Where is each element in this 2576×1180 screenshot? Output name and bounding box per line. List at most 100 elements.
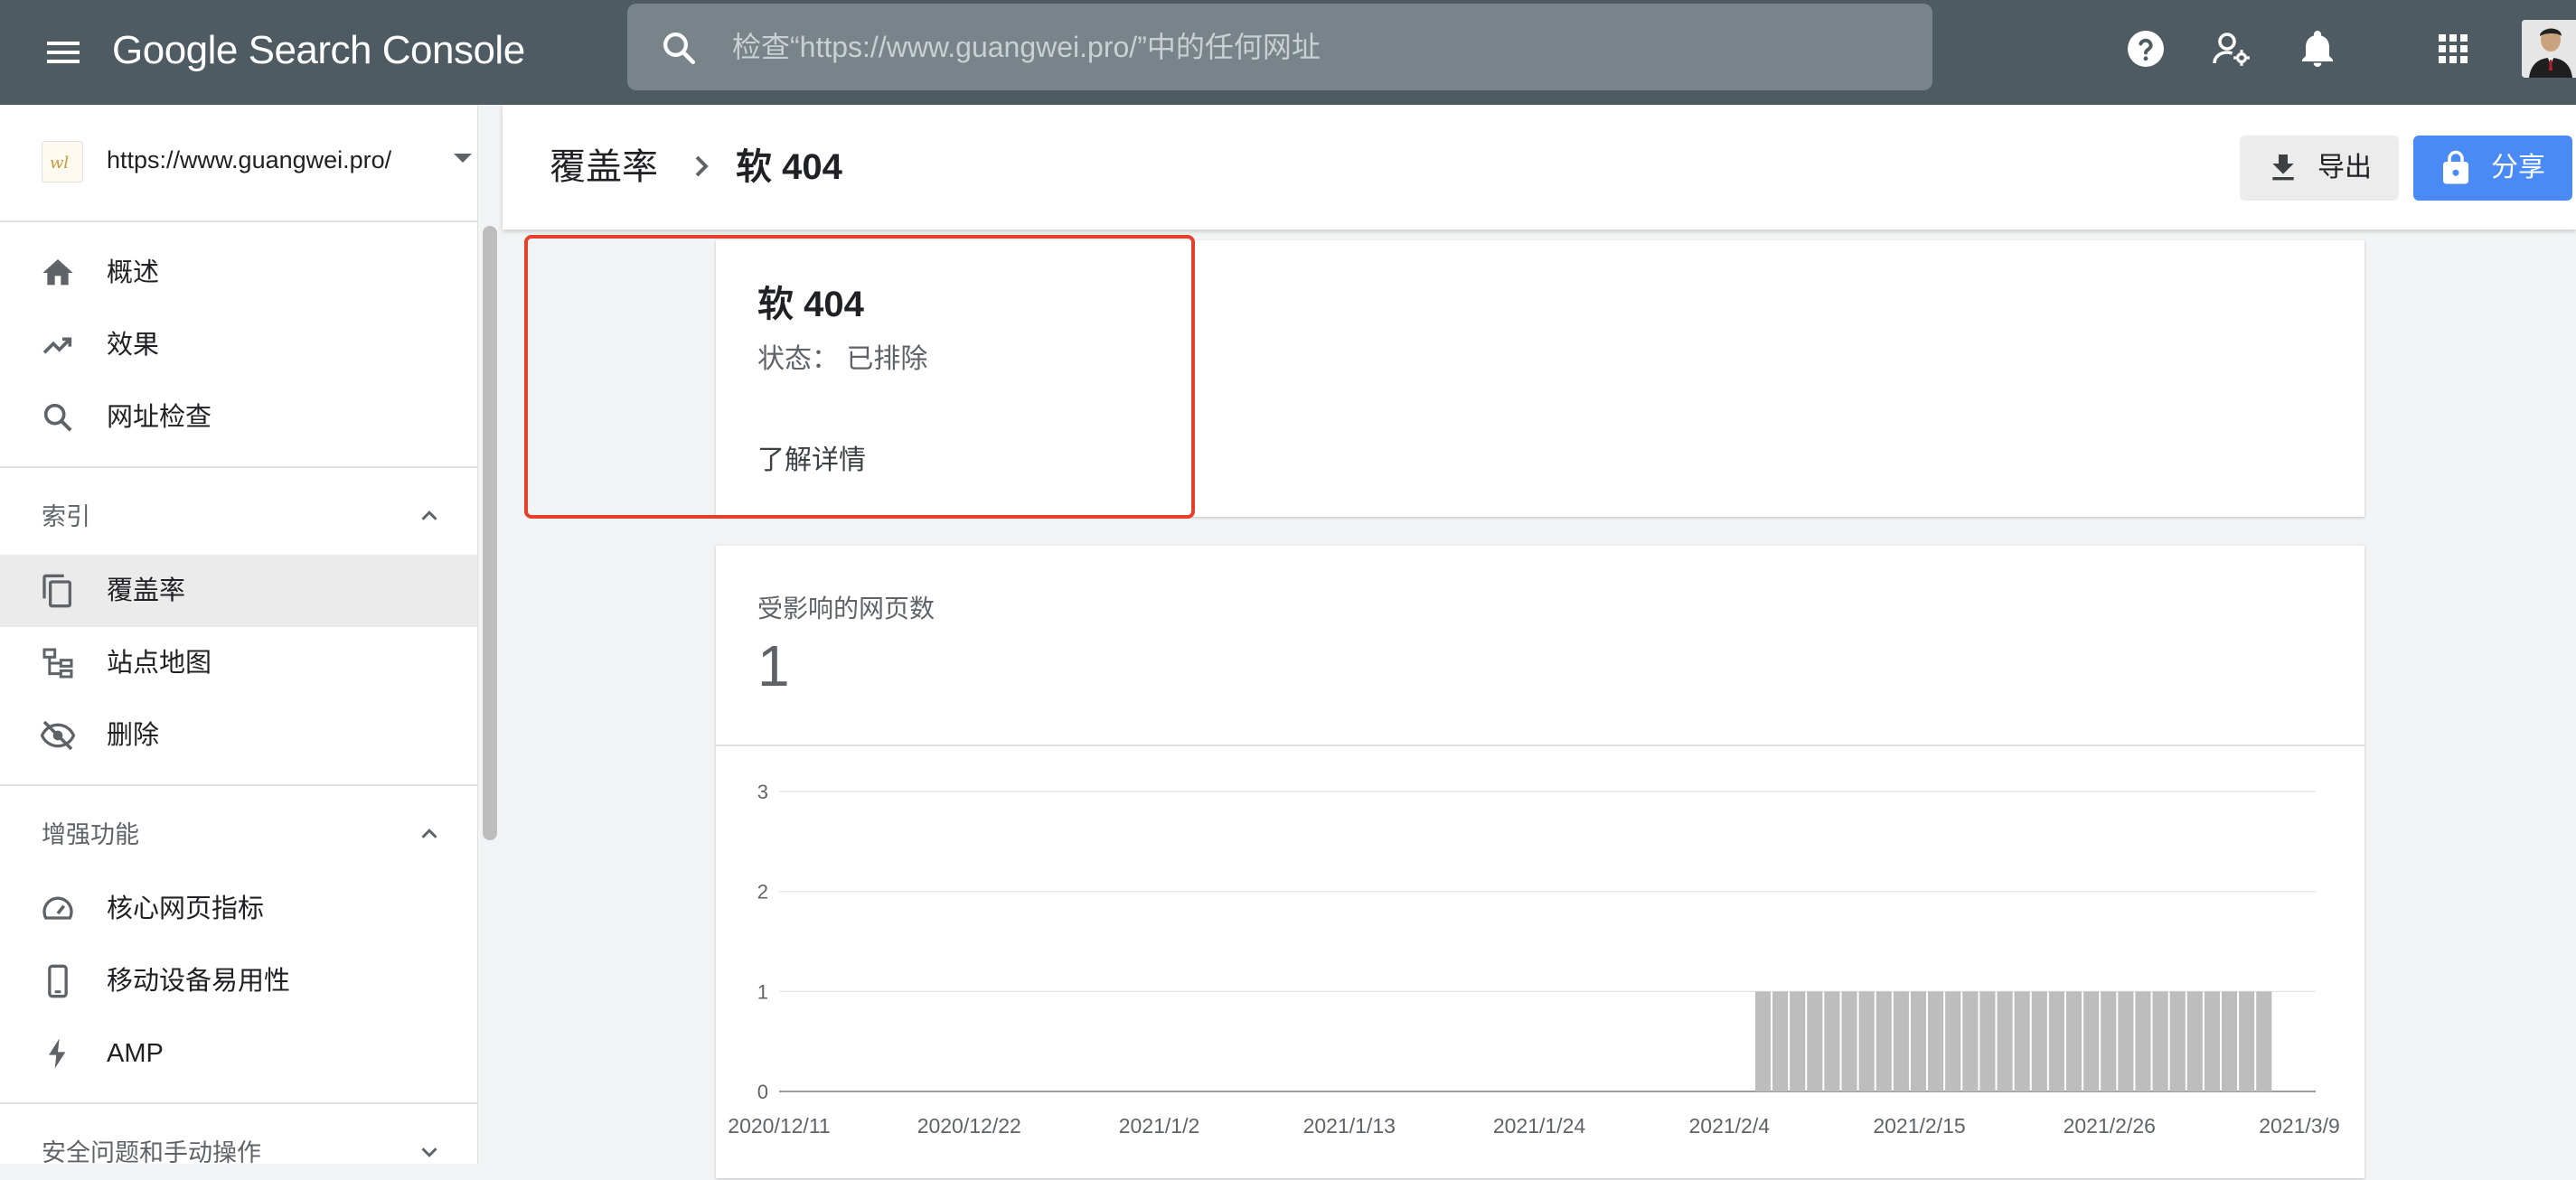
chart-bar xyxy=(1841,991,1857,1091)
sidebar-item-label: 删除 xyxy=(107,721,160,750)
page-header: 覆盖率 软 404 导出 分享 xyxy=(503,105,2576,229)
chart-bar xyxy=(2014,991,2030,1091)
chart-bar xyxy=(2204,991,2220,1091)
trending-up-icon xyxy=(40,327,76,363)
chevron-right-icon xyxy=(683,148,719,184)
chart-bar xyxy=(2101,991,2117,1091)
avatar[interactable] xyxy=(2522,20,2576,78)
chart-bar xyxy=(1790,991,1806,1091)
sidebar-item-label: 核心网页指标 xyxy=(107,894,265,923)
section-title-security[interactable]: 安全问题和手动操作 xyxy=(42,1126,261,1180)
chart-bar xyxy=(2083,991,2100,1091)
menu-icon[interactable] xyxy=(42,31,85,74)
chart-x-tick-label: 2021/3/9 xyxy=(2259,1114,2340,1138)
chevron-down-icon[interactable] xyxy=(416,1138,443,1166)
phone-icon xyxy=(40,963,76,999)
chart-bar xyxy=(2256,991,2272,1091)
chevron-down-icon[interactable] xyxy=(454,154,472,163)
visibility-off-icon xyxy=(40,717,76,754)
chart-y-tick-label: 1 xyxy=(757,980,768,1003)
chart-x-tick-label: 2021/1/13 xyxy=(1303,1114,1396,1138)
sidebar-item-sitemaps[interactable]: 站点地图 xyxy=(0,627,477,699)
sidebar-item-label: AMP xyxy=(107,1039,164,1068)
property-selector[interactable]: wl https://www.guangwei.pro/ xyxy=(0,105,477,220)
chart-x-tick-label: 2021/2/15 xyxy=(1873,1114,1965,1138)
chart-bar xyxy=(2152,991,2168,1091)
chart-bar xyxy=(1754,991,1772,1091)
chevron-up-icon[interactable] xyxy=(416,502,443,529)
learn-more-link[interactable]: 了解详情 xyxy=(757,437,866,477)
sidebar-item-label: 站点地图 xyxy=(107,649,212,678)
affected-pages-value: 1 xyxy=(757,633,790,698)
chart-bar xyxy=(2065,991,2082,1091)
home-icon xyxy=(40,255,76,291)
chart-bar xyxy=(1945,991,1961,1091)
export-button[interactable]: 导出 xyxy=(2240,136,2399,201)
chart-x-tick-label: 2020/12/11 xyxy=(728,1114,830,1138)
chart-y-tick-label: 3 xyxy=(757,781,768,803)
chart-bar xyxy=(2118,991,2134,1091)
divider xyxy=(0,1102,477,1104)
issue-status: 状态： 已排除 xyxy=(757,344,928,374)
chart-bar xyxy=(2048,991,2064,1091)
bolt-icon xyxy=(40,1035,76,1072)
svg-text:wl: wl xyxy=(50,154,69,173)
chart-bar xyxy=(1824,991,1840,1091)
affected-pages-label: 受影响的网页数 xyxy=(757,595,935,623)
divider xyxy=(716,745,2364,746)
breadcrumb-coverage[interactable]: 覆盖率 xyxy=(550,105,658,229)
sidebar-item-label: 移动设备易用性 xyxy=(107,967,291,996)
help-icon[interactable] xyxy=(2124,27,2167,70)
search-icon[interactable] xyxy=(660,29,698,67)
search-box[interactable] xyxy=(627,4,1932,90)
sidebar: wl https://www.guangwei.pro/ 概述 效果 网址检查 … xyxy=(0,105,477,1166)
sitemap-icon xyxy=(40,645,76,681)
chart-bar xyxy=(2221,991,2238,1091)
share-label: 分享 xyxy=(2491,153,2545,183)
sidebar-item-performance[interactable]: 效果 xyxy=(0,309,477,381)
notifications-icon[interactable] xyxy=(2296,27,2339,70)
chart-bar xyxy=(1893,991,1909,1091)
sidebar-item-coverage[interactable]: 覆盖率 xyxy=(0,555,477,627)
pages-chart: 0 1 2 3 2020/12/11 2020/12/22 2021/1/2 2021/1/1… xyxy=(723,768,2350,1164)
chevron-up-icon[interactable] xyxy=(416,820,443,848)
sidebar-scrollbar[interactable] xyxy=(483,226,497,840)
chart-bar xyxy=(1910,991,1927,1091)
copy-icon xyxy=(40,573,76,609)
issue-title: 软 404 xyxy=(757,285,864,324)
top-app-bar: Google Search Console xyxy=(0,0,2576,105)
chart-bar xyxy=(2186,991,2203,1091)
chart-bar xyxy=(1928,991,1944,1091)
chart-bar xyxy=(2169,991,2186,1091)
chart-bar xyxy=(1858,991,1875,1091)
sidebar-item-label: 效果 xyxy=(107,331,160,360)
manage-users-icon[interactable] xyxy=(2209,27,2252,70)
apps-grid-icon[interactable] xyxy=(2431,27,2475,70)
chart-x-tick-label: 2021/1/2 xyxy=(1119,1114,1200,1138)
sidebar-item-core-web-vitals[interactable]: 核心网页指标 xyxy=(0,873,477,945)
sidebar-item-removals[interactable]: 删除 xyxy=(0,699,477,772)
chart-y-tick-label: 0 xyxy=(757,1081,768,1103)
sidebar-item-amp[interactable]: AMP xyxy=(0,1017,477,1090)
sidebar-item-overview[interactable]: 概述 xyxy=(0,237,477,309)
app-title[interactable]: Google Search Console xyxy=(112,23,525,78)
section-title-index[interactable]: 索引 xyxy=(42,490,90,544)
chart-bar xyxy=(1876,991,1892,1091)
speed-icon xyxy=(40,891,76,927)
share-button[interactable]: 分享 xyxy=(2413,136,2572,201)
sidebar-item-label: 网址检查 xyxy=(107,403,212,432)
divider xyxy=(0,466,477,468)
divider xyxy=(0,784,477,786)
chart-bar xyxy=(1997,991,2013,1091)
chart-svg: 0 1 2 3 2020/12/11 2020/12/22 2021/1/2 2021/1/1… xyxy=(728,781,2340,1138)
lock-icon xyxy=(2437,148,2475,188)
chart-bar xyxy=(2135,991,2151,1091)
sidebar-item-label: 概述 xyxy=(107,258,160,287)
sidebar-item-url-inspection[interactable]: 网址检查 xyxy=(0,381,477,454)
chart-bar xyxy=(2031,991,2047,1091)
chart-bar xyxy=(1962,991,1979,1091)
section-title-enhancements[interactable]: 增强功能 xyxy=(42,808,139,862)
property-url: https://www.guangwei.pro/ xyxy=(107,146,392,173)
search-input[interactable] xyxy=(732,4,1907,90)
sidebar-item-mobile-usability[interactable]: 移动设备易用性 xyxy=(0,945,477,1017)
